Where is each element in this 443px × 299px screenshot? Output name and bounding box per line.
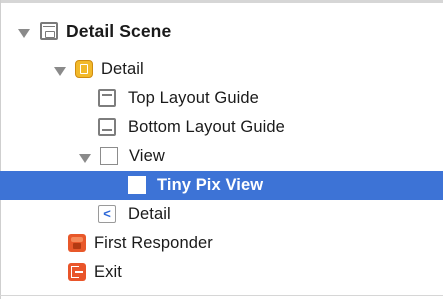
outline-row-detail-back-item[interactable]: < Detail	[0, 200, 443, 229]
outline-item-label: Top Layout Guide	[128, 89, 259, 107]
view-controller-icon	[75, 60, 93, 78]
disclosure-triangle-icon[interactable]	[18, 29, 30, 38]
outline-row-exit[interactable]: Exit	[0, 258, 443, 287]
top-divider	[0, 0, 443, 3]
outline-item-label: Detail	[128, 205, 171, 223]
outline-item-label: View	[129, 147, 165, 165]
outline-row-top-layout-guide[interactable]: Top Layout Guide	[0, 84, 443, 113]
outline-item-label: Bottom Layout Guide	[128, 118, 285, 136]
outline-row-bottom-layout-guide[interactable]: Bottom Layout Guide	[0, 113, 443, 142]
view-icon	[100, 147, 118, 165]
document-outline-panel: Detail Scene Detail Top Layout Guide Bot…	[0, 0, 443, 299]
outline-item-label: First Responder	[94, 234, 213, 252]
outline-item-label: Exit	[94, 263, 122, 281]
outline-item-label: Detail	[101, 60, 144, 78]
scene-icon	[40, 22, 58, 40]
outline-item-label: Detail Scene	[66, 21, 172, 41]
view-icon	[128, 176, 146, 194]
outline-row-first-responder[interactable]: First Responder	[0, 229, 443, 258]
back-item-icon: <	[98, 205, 116, 223]
outline-row-tiny-pix-view[interactable]: Tiny Pix View	[0, 171, 443, 200]
bottom-layout-guide-icon	[98, 118, 116, 136]
outline-row-detail-scene[interactable]: Detail Scene	[0, 17, 443, 46]
bottom-divider	[0, 295, 443, 296]
outline-item-label: Tiny Pix View	[157, 176, 264, 194]
outline-row-view[interactable]: View	[0, 142, 443, 171]
disclosure-triangle-icon[interactable]	[79, 154, 91, 163]
exit-icon	[68, 263, 86, 281]
first-responder-icon	[68, 234, 86, 252]
top-layout-guide-icon	[98, 89, 116, 107]
outline-row-detail-controller[interactable]: Detail	[0, 55, 443, 84]
disclosure-triangle-icon[interactable]	[54, 67, 66, 76]
